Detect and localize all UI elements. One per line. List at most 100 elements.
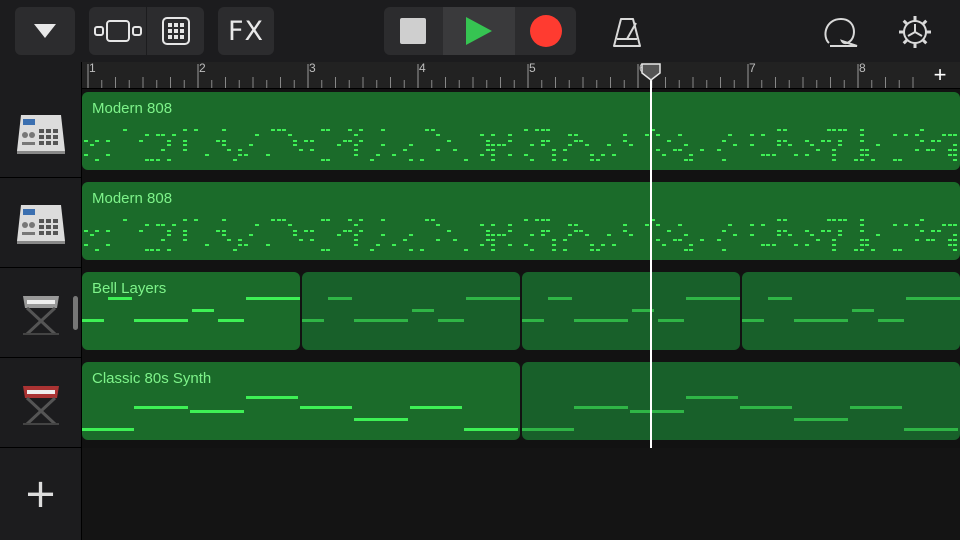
track-resize-handle[interactable] (73, 296, 78, 330)
midi-note (827, 140, 831, 142)
midi-note (343, 230, 347, 232)
midi-note (84, 244, 88, 246)
midi-note (827, 219, 831, 221)
midi-note (579, 140, 583, 142)
midi-note (222, 144, 226, 146)
metronome-button[interactable] (606, 12, 648, 52)
track-header-bell-layers[interactable] (0, 268, 81, 358)
track-lane-modern-808-2: Modern 808 (82, 178, 960, 268)
midi-note (821, 230, 825, 232)
region-bell-layers-loop[interactable] (742, 272, 960, 350)
midi-note (167, 144, 171, 146)
midi-note (491, 239, 495, 241)
stop-button[interactable] (384, 7, 442, 55)
add-track-label: + (23, 471, 58, 517)
track-header-classic-80s-synth[interactable] (0, 358, 81, 448)
midi-note (948, 154, 952, 156)
midi-note (255, 134, 259, 136)
midi-note (942, 134, 946, 136)
midi-note (656, 149, 660, 151)
midi-note (139, 140, 143, 142)
track-lane-bell-layers: Bell Layers (82, 268, 960, 358)
midi-note (238, 239, 242, 241)
loop-browser-button[interactable] (820, 12, 862, 52)
playhead-handle[interactable] (641, 63, 661, 81)
midi-note (827, 129, 831, 131)
midi-note (233, 159, 237, 161)
midi-note (321, 159, 325, 161)
midi-note (673, 239, 677, 241)
region-classic-80s-synth-loop[interactable] (522, 362, 960, 440)
midi-note (266, 244, 270, 246)
region-classic-80s-synth[interactable]: Classic 80s Synth (82, 362, 520, 440)
add-section-button[interactable]: + (920, 62, 960, 88)
midi-note (596, 159, 600, 161)
fx-button[interactable]: FX (218, 7, 274, 55)
midi-note (302, 319, 324, 322)
track-header-modern-808-1[interactable] (0, 88, 81, 178)
region-bell-layers[interactable]: Bell Layers (82, 272, 300, 350)
region-bell-layers-loop[interactable] (302, 272, 520, 350)
midi-note (766, 244, 770, 246)
midi-note (480, 224, 484, 226)
midi-note (772, 154, 776, 156)
midi-note (563, 249, 567, 251)
midi-note (541, 234, 545, 236)
play-button[interactable] (443, 7, 515, 55)
midi-note (95, 230, 99, 232)
region-bell-layers-loop[interactable] (522, 272, 740, 350)
midi-note (750, 134, 754, 136)
record-button[interactable] (516, 7, 576, 55)
midi-note (777, 234, 781, 236)
timeline-ruler[interactable]: 12345678 + (82, 61, 960, 89)
midi-note (326, 159, 330, 161)
midi-note (915, 149, 919, 151)
midi-note (777, 219, 781, 221)
midi-note (409, 159, 413, 161)
midi-note (161, 239, 165, 241)
add-track-button[interactable]: + (0, 448, 81, 540)
midi-note (167, 249, 171, 251)
menu-dropdown-button[interactable] (15, 7, 75, 55)
midi-note (183, 129, 187, 131)
midi-note (403, 239, 407, 241)
midi-note (953, 144, 957, 146)
midi-note (623, 230, 627, 232)
track-header-modern-808-2[interactable] (0, 178, 81, 268)
tracks-view-icon (93, 20, 142, 42)
settings-button[interactable] (894, 12, 936, 52)
midi-note (420, 249, 424, 251)
midi-note (216, 230, 220, 232)
midi-note (354, 239, 358, 241)
midi-note (750, 234, 754, 236)
gear-icon (899, 16, 931, 48)
midi-note (337, 144, 341, 146)
midi-note (522, 319, 544, 322)
midi-note (742, 319, 764, 322)
midi-note (246, 396, 298, 399)
midi-note (678, 224, 682, 226)
midi-note (304, 230, 308, 232)
midi-note (464, 249, 468, 251)
grid-view-button[interactable] (147, 7, 204, 55)
midi-note (667, 140, 671, 142)
midi-note (354, 154, 358, 156)
midi-note (623, 140, 627, 142)
region-modern-808[interactable]: Modern 808 (82, 182, 960, 260)
midi-note (183, 234, 187, 236)
tracks-view-button[interactable] (89, 7, 147, 55)
midi-note (222, 219, 226, 221)
midi-note (893, 249, 897, 251)
midi-note (563, 239, 567, 241)
region-modern-808[interactable]: Modern 808 (82, 92, 960, 170)
ruler-bar-number: 1 (89, 61, 96, 75)
midi-note (354, 149, 358, 151)
midi-note (860, 149, 864, 151)
midi-note (354, 224, 358, 226)
midi-note (612, 244, 616, 246)
midi-note (783, 140, 787, 142)
midi-note (139, 230, 143, 232)
midi-note (491, 244, 495, 246)
midi-note (893, 224, 897, 226)
midi-note (497, 144, 501, 146)
